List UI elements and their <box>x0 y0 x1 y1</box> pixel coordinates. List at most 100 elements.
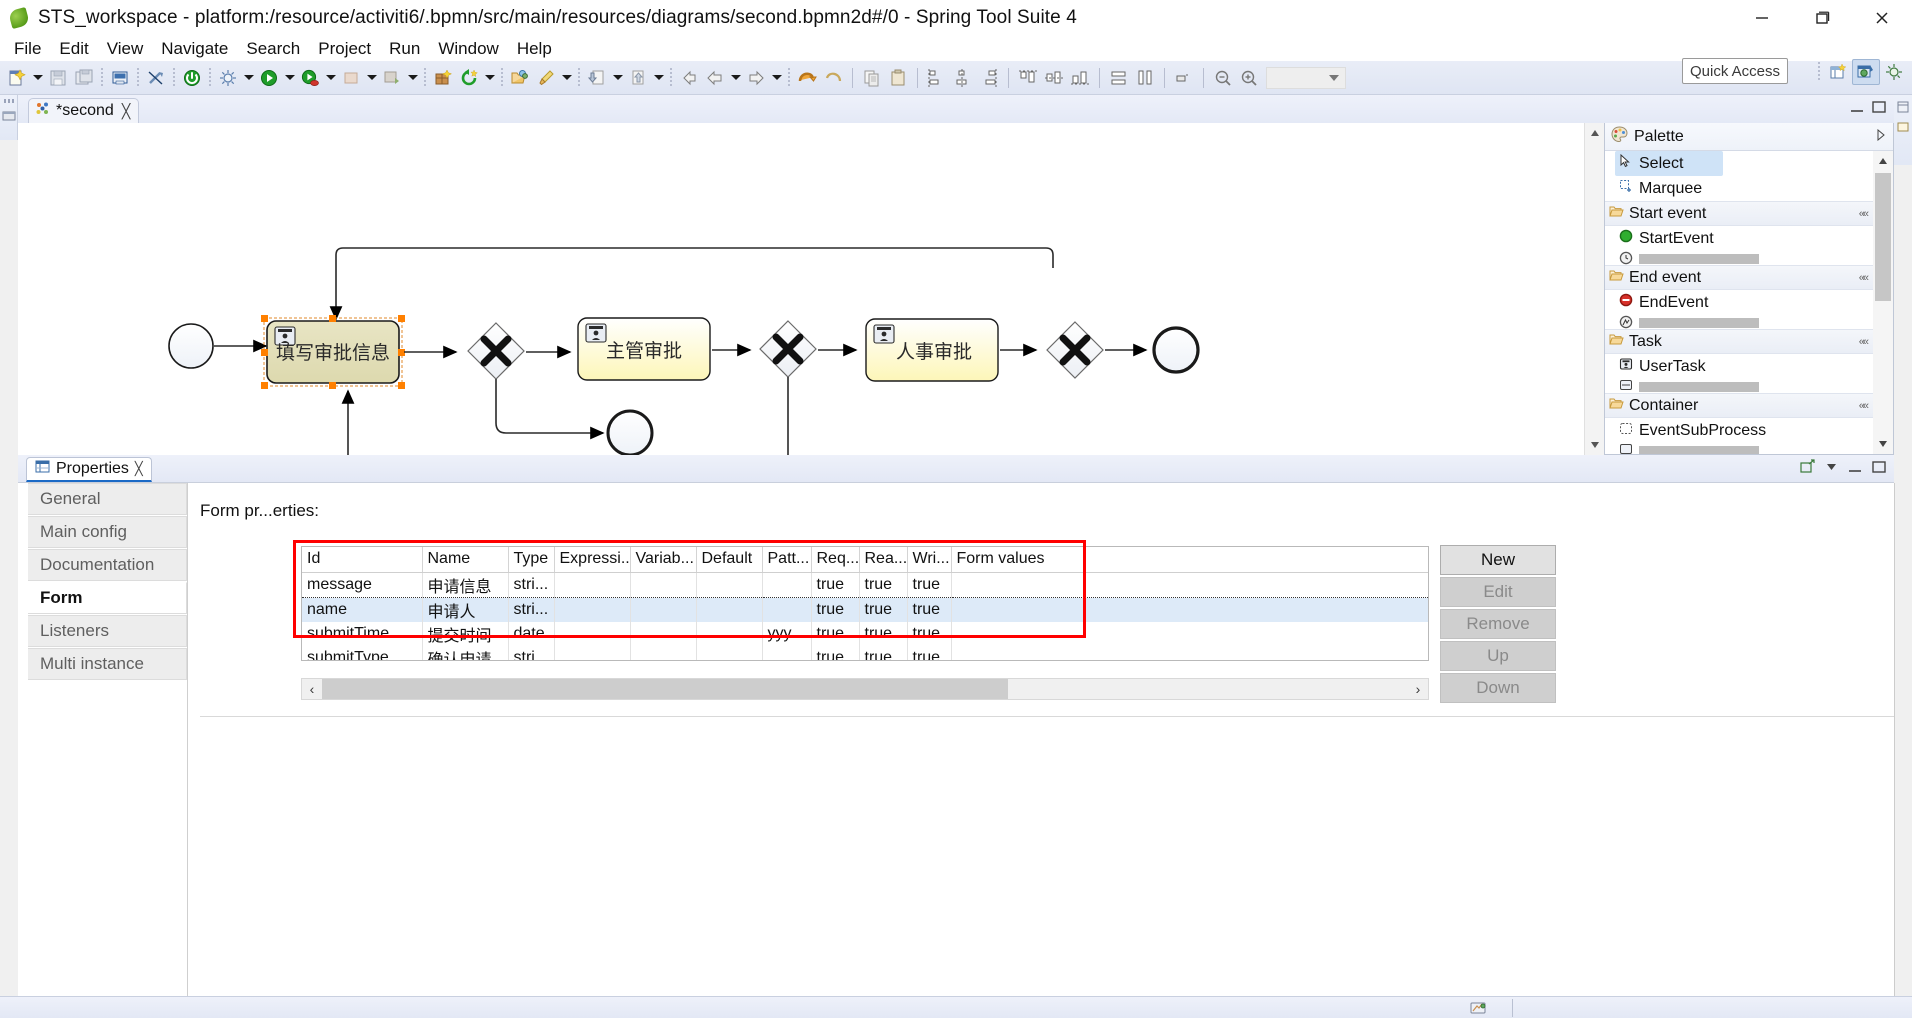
col-id[interactable]: Id <box>302 547 423 573</box>
menu-help[interactable]: Help <box>508 38 561 60</box>
menu-run[interactable]: Run <box>380 38 429 60</box>
export-icon[interactable] <box>625 65 651 91</box>
close-icon[interactable]: ╳ <box>135 461 143 477</box>
undo-icon[interactable] <box>794 65 820 91</box>
new-wizard-icon[interactable] <box>4 65 30 91</box>
format-brush-dropdown-icon[interactable] <box>559 65 574 91</box>
align-top-icon[interactable] <box>1015 65 1041 91</box>
match-width-icon[interactable] <box>1106 65 1132 91</box>
collapse-icon[interactable]: «« <box>1859 400 1869 412</box>
collapse-icon[interactable]: «« <box>1859 208 1869 220</box>
refresh-dropdown-icon[interactable] <box>482 65 497 91</box>
terminate-icon[interactable] <box>179 65 205 91</box>
col-expression[interactable]: Expressi... <box>554 547 631 573</box>
align-middle-icon[interactable] <box>1041 65 1067 91</box>
open-perspective-icon[interactable] <box>1824 59 1852 85</box>
col-variable[interactable]: Variab... <box>630 547 697 573</box>
menu-search[interactable]: Search <box>237 38 309 60</box>
palette-item-eventsubprocess[interactable]: EventSubProcess <box>1605 418 1875 443</box>
toggle-breakpoint-icon[interactable] <box>143 65 169 91</box>
palette-group-task[interactable]: Task «« <box>1605 329 1875 354</box>
remove-button[interactable]: Remove <box>1440 609 1556 639</box>
minimize-icon[interactable] <box>1850 100 1864 119</box>
copy-icon[interactable] <box>859 65 885 91</box>
redo-icon[interactable] <box>820 65 846 91</box>
canvas-vertical-scrollbar[interactable] <box>1584 123 1605 455</box>
project-explorer-icon[interactable] <box>2 109 16 123</box>
form-properties-table-wrapper[interactable]: Id Name Type Expressi... Variab... Defau… <box>301 546 1429 661</box>
zoom-level-combo[interactable] <box>1266 66 1346 89</box>
hscroll-thumb[interactable] <box>322 679 1008 699</box>
scroll-up-icon[interactable] <box>1585 123 1605 143</box>
maximize-icon[interactable] <box>1872 460 1886 479</box>
table-row[interactable]: submitTime 提交时间 date yyy... true true tr… <box>302 621 1428 646</box>
match-height-icon[interactable] <box>1132 65 1158 91</box>
up-button[interactable]: Up <box>1440 641 1556 671</box>
zoom-in-icon[interactable] <box>1236 65 1262 91</box>
palette-group-end-event[interactable]: End event «« <box>1605 265 1875 290</box>
col-writable[interactable]: Wri... <box>907 547 952 573</box>
export-dropdown-icon[interactable] <box>651 65 666 91</box>
open-type-icon[interactable] <box>507 65 533 91</box>
tab-listeners[interactable]: Listeners <box>28 615 187 647</box>
col-form-values[interactable]: Form values <box>951 547 1428 573</box>
palette-pin-icon[interactable] <box>1875 128 1887 144</box>
boot-dashboard-dropdown-icon[interactable] <box>364 65 379 91</box>
external-tools-icon[interactable] <box>379 65 405 91</box>
align-bottom-icon[interactable] <box>1067 65 1093 91</box>
properties-view-tab[interactable]: Properties ╳ <box>26 457 152 482</box>
quick-access-input[interactable]: Quick Access <box>1682 58 1788 84</box>
scroll-right-icon[interactable]: › <box>1408 681 1428 697</box>
tab-multi-instance[interactable]: Multi instance <box>28 648 187 680</box>
col-name[interactable]: Name <box>422 547 509 573</box>
view-menu-icon[interactable] <box>1825 460 1838 478</box>
maximize-icon[interactable] <box>1872 100 1886 119</box>
menu-file[interactable]: File <box>5 38 50 60</box>
hscroll-track[interactable] <box>322 679 1408 699</box>
edit-button[interactable]: Edit <box>1440 577 1556 607</box>
print-icon[interactable] <box>107 65 133 91</box>
align-right-icon[interactable] <box>976 65 1002 91</box>
table-row[interactable]: message 申请信息 stri... true true true <box>302 571 1428 598</box>
table-horizontal-scrollbar[interactable]: ‹ › <box>301 678 1429 700</box>
back-icon[interactable] <box>676 65 702 91</box>
collapse-icon[interactable]: «« <box>1859 272 1869 284</box>
task-list-icon[interactable] <box>1897 120 1909 132</box>
close-icon[interactable] <box>1852 0 1912 36</box>
col-type[interactable]: Type <box>508 547 555 573</box>
tab-form[interactable]: Form <box>28 582 187 614</box>
maximize-icon[interactable] <box>1792 0 1852 36</box>
debug-icon[interactable] <box>215 65 241 91</box>
palette-group-container[interactable]: Container «« <box>1605 393 1875 418</box>
bpmn-diagram-canvas[interactable]: 填写审批信息 主管审批 人事审批 <box>18 123 1584 455</box>
debug-dropdown-icon[interactable] <box>241 65 256 91</box>
perspective-spring-icon[interactable] <box>1852 59 1880 85</box>
zoom-out-icon[interactable] <box>1210 65 1236 91</box>
palette-item-endevent[interactable]: EndEvent <box>1605 290 1875 315</box>
forward-icon[interactable] <box>743 65 769 91</box>
snap-to-grid-icon[interactable] <box>1171 65 1197 91</box>
save-all-icon[interactable] <box>71 65 97 91</box>
palette-item-partial-errorend[interactable] <box>1605 315 1893 329</box>
table-row[interactable]: name 申请人 stri... true true true <box>302 597 1428 622</box>
tab-main-config[interactable]: Main config <box>28 516 187 548</box>
menu-edit[interactable]: Edit <box>50 38 97 60</box>
close-icon[interactable]: ╳ <box>122 103 130 120</box>
external-tools-dropdown-icon[interactable] <box>405 65 420 91</box>
save-icon[interactable] <box>45 65 71 91</box>
paste-icon[interactable] <box>885 65 911 91</box>
run-dropdown-icon[interactable] <box>282 65 297 91</box>
scroll-left-icon[interactable]: ‹ <box>302 681 322 697</box>
boot-dashboard-icon[interactable] <box>338 65 364 91</box>
perspective-debug-icon[interactable] <box>1880 59 1908 85</box>
editor-tab-second[interactable]: *second ╳ <box>28 98 140 123</box>
palette-scrollbar[interactable] <box>1873 151 1893 454</box>
palette-group-start-event[interactable]: Start event «« <box>1605 201 1875 226</box>
menu-navigate[interactable]: Navigate <box>152 38 237 60</box>
forward-dropdown-icon[interactable] <box>769 65 784 91</box>
palette-tool-marquee[interactable]: Marquee <box>1605 176 1875 201</box>
collapse-icon[interactable]: «« <box>1859 336 1869 348</box>
new-button[interactable]: New <box>1440 545 1556 575</box>
drag-handle-dots[interactable] <box>3 99 14 103</box>
menu-project[interactable]: Project <box>309 38 380 60</box>
